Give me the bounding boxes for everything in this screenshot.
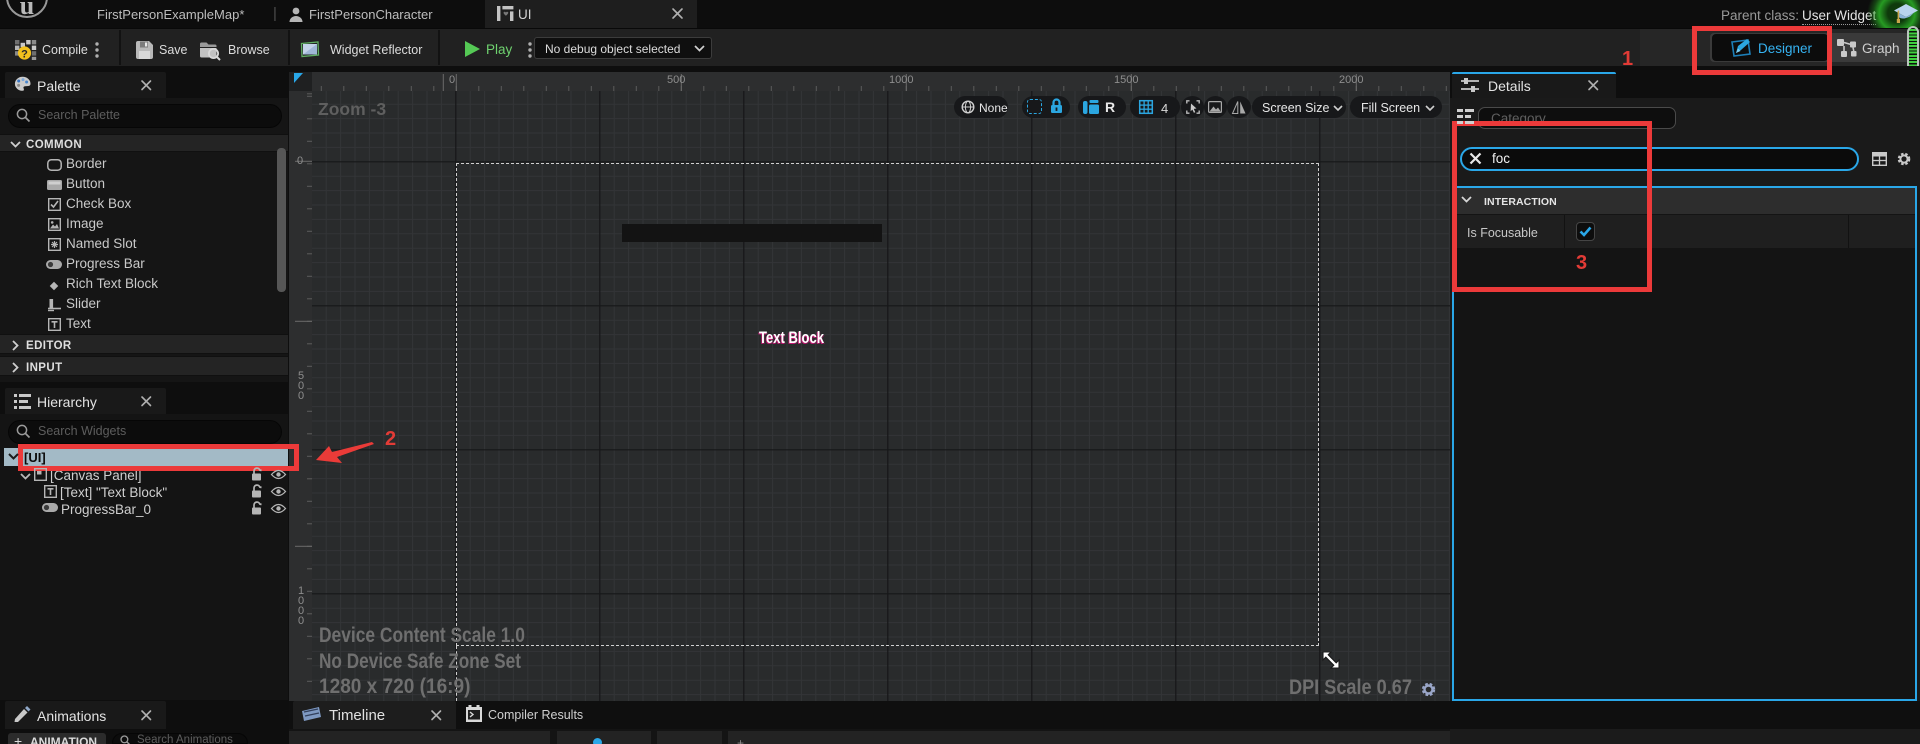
svg-text:?: ? (21, 48, 28, 60)
svg-text:u: u (20, 0, 34, 20)
